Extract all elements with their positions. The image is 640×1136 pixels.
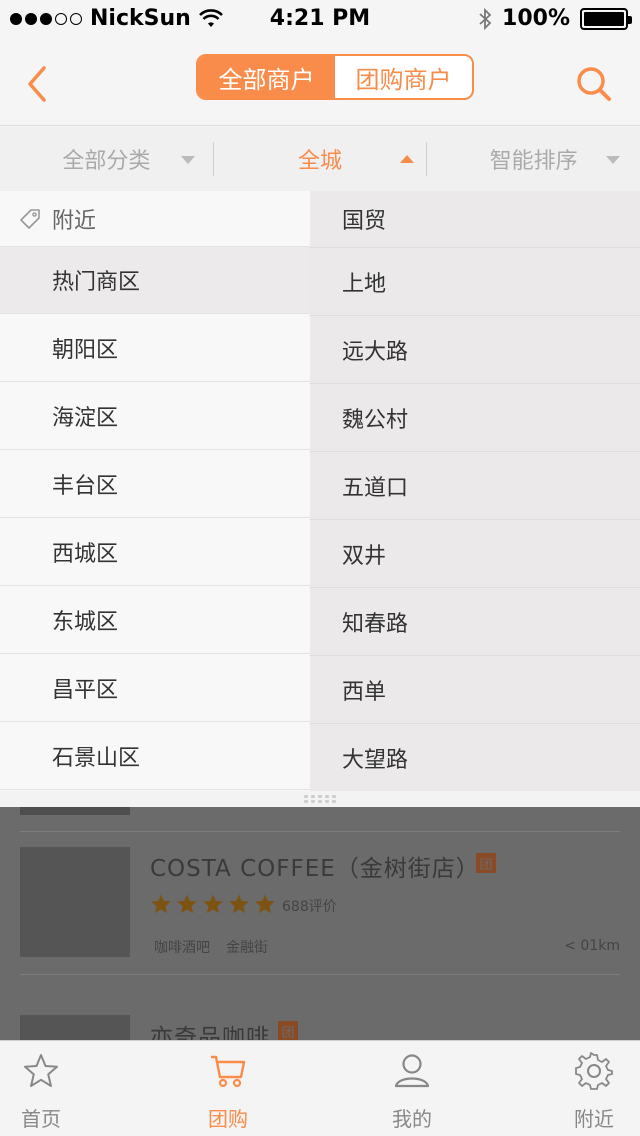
- merchant-thumbnail: [20, 1015, 130, 1040]
- gear-icon: [575, 1052, 613, 1090]
- merchant-tag: 咖啡酒吧: [154, 940, 210, 956]
- tab-mine-label: 我的: [392, 1107, 432, 1131]
- business-area-item[interactable]: 知春路: [310, 588, 640, 656]
- filter-sort-label: 智能排序: [489, 149, 578, 174]
- divider: [20, 831, 620, 832]
- tag-icon: [20, 208, 40, 229]
- district-item[interactable]: 昌平区: [0, 654, 310, 722]
- merchant-thumbnail: [20, 847, 130, 957]
- star-outline-icon: [24, 1054, 58, 1087]
- district-item-nearby[interactable]: 附近: [0, 191, 310, 247]
- business-area-item[interactable]: 西单: [310, 656, 640, 724]
- area-dropdown: 附近 热门商区 朝阳区 海淀区 丰台区 西城区 东城区 昌平区 石景山区 国贸 …: [0, 191, 640, 807]
- group-buy-badge: 团: [278, 1021, 298, 1040]
- filter-area[interactable]: 全城: [214, 127, 427, 191]
- district-item[interactable]: 东城区: [0, 586, 310, 654]
- user-icon: [394, 1054, 430, 1088]
- merchant-name: COSTA COFFEE（金树街店）: [150, 856, 480, 882]
- filter-area-label: 全城: [298, 149, 343, 174]
- tab-home-label: 首页: [21, 1107, 61, 1131]
- merchant-distance: < 01km: [564, 938, 620, 954]
- star-icon: [255, 894, 275, 914]
- search-icon[interactable]: [574, 64, 614, 104]
- star-icon: [203, 894, 223, 914]
- business-area-item[interactable]: 国贸: [310, 191, 640, 248]
- filter-category-label: 全部分类: [62, 149, 151, 174]
- star-icon: [229, 894, 249, 914]
- district-item[interactable]: 西城区: [0, 518, 310, 586]
- divider: [20, 974, 620, 975]
- filter-bar: 全部分类 全城 智能排序: [0, 127, 640, 191]
- district-list: 附近 热门商区 朝阳区 海淀区 丰台区 西城区 东城区 昌平区 石景山区: [0, 191, 310, 791]
- merchant-list-dimmed: COSTA COFFEE（金树街店） 团 688评价 咖啡酒吧 金融街 < 01…: [0, 807, 640, 1040]
- review-count: 688评价: [282, 899, 337, 915]
- status-bar: NickSun 4:21 PM 100%: [0, 0, 640, 40]
- star-icon: [151, 894, 171, 914]
- merchant-type-segmented-control: 全部商户 团购商户: [196, 54, 474, 100]
- merchant-thumbnail: [20, 807, 130, 815]
- dropdown-arrow-icon: [606, 156, 621, 164]
- business-area-item[interactable]: 双井: [310, 520, 640, 588]
- group-buy-badge: 团: [476, 853, 496, 873]
- tab-nearby-label: 附近: [574, 1107, 614, 1131]
- filter-category[interactable]: 全部分类: [0, 127, 213, 191]
- dropdown-drag-handle[interactable]: [0, 791, 640, 807]
- bluetooth-icon: [479, 7, 492, 30]
- district-item[interactable]: 朝阳区: [0, 314, 310, 382]
- tab-mine[interactable]: 我的: [320, 1041, 480, 1136]
- business-area-item[interactable]: 远大路: [310, 316, 640, 384]
- business-area-item[interactable]: 五道口: [310, 452, 640, 520]
- filter-sort[interactable]: 智能排序: [427, 127, 640, 191]
- grip-icon: [304, 795, 336, 803]
- shopping-cart-icon: [211, 1055, 246, 1088]
- business-area-list: 国贸 上地 远大路 魏公村 五道口 双井 知春路 西单 大望路: [310, 191, 640, 792]
- tab-nearby[interactable]: 附近: [480, 1041, 640, 1136]
- tab-group-buy-label: 团购: [208, 1107, 248, 1131]
- district-item[interactable]: 海淀区: [0, 382, 310, 450]
- navigation-bar: 全部商户 团购商户: [0, 40, 640, 126]
- battery-percentage: 100%: [502, 6, 570, 31]
- merchant-name: 亦奇品咖啡: [150, 1025, 270, 1040]
- tab-group-buy[interactable]: 团购: [160, 1041, 320, 1136]
- dropdown-arrow-up-icon: [400, 155, 415, 163]
- dropdown-arrow-icon: [180, 156, 195, 164]
- business-area-item[interactable]: 上地: [310, 248, 640, 316]
- segment-all-merchants[interactable]: 全部商户: [198, 56, 335, 98]
- district-item[interactable]: 石景山区: [0, 722, 310, 790]
- district-item[interactable]: 热门商区: [0, 247, 310, 314]
- merchant-tags: 咖啡酒吧 金融街: [154, 937, 268, 957]
- star-icon: [177, 894, 197, 914]
- merchant-tag: 金融街: [226, 940, 268, 956]
- segment-group-buy-merchants[interactable]: 团购商户: [335, 56, 472, 98]
- district-item[interactable]: 丰台区: [0, 450, 310, 518]
- rating-stars: [150, 893, 276, 915]
- tab-bar: 首页 团购 我的 附近: [0, 1040, 640, 1136]
- business-area-item[interactable]: 魏公村: [310, 384, 640, 452]
- battery-icon: [580, 7, 632, 30]
- back-chevron-icon[interactable]: [20, 62, 54, 106]
- district-item-label: 附近: [52, 208, 97, 234]
- business-area-item[interactable]: 大望路: [310, 724, 640, 792]
- tab-home[interactable]: 首页: [0, 1041, 160, 1136]
